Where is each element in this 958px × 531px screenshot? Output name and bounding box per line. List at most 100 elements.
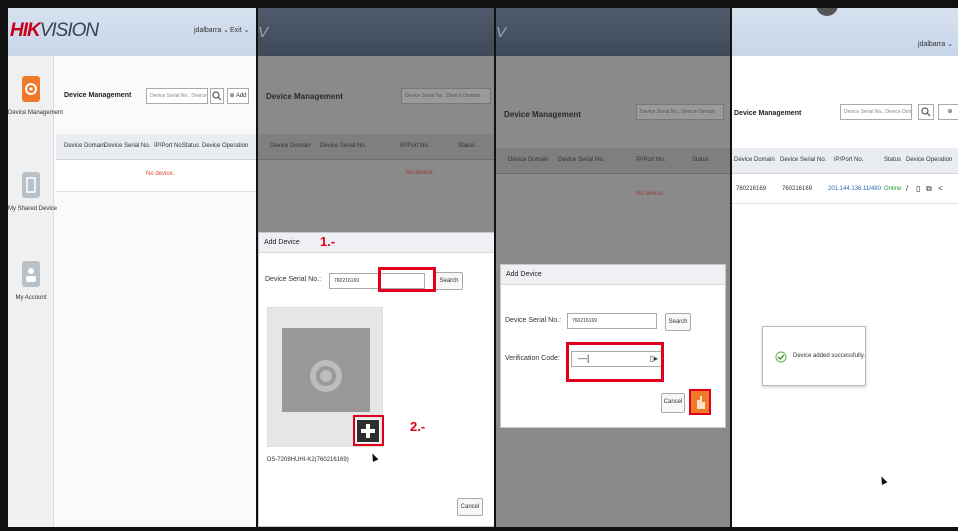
hikvision-logo: HIKVISION — [10, 20, 99, 41]
mouse-pointer-icon — [369, 452, 379, 462]
step-2-highlight — [353, 415, 384, 446]
dialog-title: Add Device — [259, 233, 494, 253]
table-header: Device Domain Device Serial No. IP/Port … — [732, 148, 958, 174]
sidebar-item-device-management[interactable]: Device Management — [8, 76, 64, 116]
table-header: Device Domain Device Serial No. IP/Port … — [56, 134, 256, 160]
no-device-message: No device. — [146, 171, 175, 177]
search-input[interactable]: Device Serial No., Device Domain — [401, 88, 491, 104]
plus-icon: ⊕ — [947, 109, 953, 115]
success-check-icon — [775, 351, 787, 363]
step-2-search-device-screen: V Device Management Device Serial No., D… — [258, 8, 494, 527]
column-header: Status — [182, 143, 200, 149]
search-button[interactable] — [210, 88, 224, 104]
hand-pointer-icon — [697, 396, 705, 409]
webcam-overlay-icon — [816, 8, 838, 16]
serial-number-label: Device Serial No.: — [505, 317, 562, 324]
column-header: Device Serial No. — [320, 143, 367, 149]
no-device-message: No device. — [636, 191, 665, 197]
main-content — [732, 56, 958, 527]
success-message: Device added successfully. — [793, 353, 865, 359]
step-2-annotation: 2.- — [410, 419, 426, 434]
edit-icon[interactable]: / — [906, 184, 908, 193]
copy-icon[interactable]: ⧉ — [926, 184, 932, 194]
serial-number-field[interactable]: 760216169 — [567, 313, 657, 329]
column-header: IP/Port No. — [834, 157, 864, 163]
add-device-dialog: Add Device Device Serial No.: 760216169 … — [258, 232, 494, 527]
sidebar: Device Management My Shared Device My Ac… — [8, 56, 64, 527]
sidebar-item-label: Device Management — [8, 110, 64, 116]
search-button[interactable]: Search — [435, 272, 463, 290]
status-badge: Online — [884, 186, 902, 192]
shared-device-icon — [22, 172, 40, 198]
column-header: Device Domain — [508, 157, 549, 163]
sidebar-item-my-account[interactable]: My Account — [8, 261, 54, 301]
device-thumbnail — [282, 328, 370, 412]
cancel-button[interactable]: Cancel — [457, 498, 483, 516]
add-button[interactable]: ⊕ — [938, 104, 958, 120]
search-icon — [921, 107, 931, 117]
column-header: IP/Port No. — [636, 157, 666, 163]
search-button[interactable]: Search — [665, 313, 691, 331]
search-input[interactable]: Device Serial No., Device Domain — [840, 104, 912, 120]
step-1-highlight — [378, 267, 436, 292]
column-header: Device Serial No. — [558, 157, 605, 163]
table-header: Device Domain Device Serial No. IP/Port … — [496, 148, 730, 174]
add-button[interactable]: ⊕ Add — [227, 88, 249, 104]
dialog-title: Add Device — [501, 265, 725, 285]
device-domain-cell: 760216169 — [736, 186, 767, 192]
exit-menu[interactable]: Exit ⌄ — [230, 26, 249, 34]
serial-number-label: Device Serial No.: — [265, 276, 322, 283]
share-icon[interactable]: < — [938, 184, 943, 193]
header-bar: V — [258, 8, 494, 56]
table-header: Device Domain Device Serial No. IP/Port … — [258, 134, 494, 160]
verification-highlight — [566, 342, 664, 382]
ip-port-link[interactable]: 201.144.136.11/480 — [828, 186, 881, 192]
add-label: Add — [235, 93, 247, 99]
device-management-icon — [22, 76, 40, 102]
column-header: Device Domain — [734, 157, 775, 163]
column-header: Device Operation — [906, 157, 953, 163]
step-1-annotation: 1.- — [320, 234, 336, 249]
column-header: Device Domain — [64, 143, 105, 149]
step-3-verification-screen: V Device Management Device Serial No., D… — [496, 8, 730, 527]
page-title: Device Management — [64, 92, 132, 99]
search-input[interactable]: Device Serial No., Device Domain — [636, 104, 724, 120]
verification-code-label: Verification Code: — [505, 355, 560, 362]
serial-number-cell: 760216169 — [782, 186, 813, 192]
column-header: Status — [692, 157, 710, 163]
user-menu[interactable]: jdalbarra ⌄ — [918, 40, 953, 48]
page-title: Device Management — [266, 92, 343, 101]
search-button[interactable] — [918, 104, 934, 120]
camera-placeholder-icon — [310, 360, 342, 392]
sidebar-item-shared-device[interactable]: My Shared Device — [8, 172, 58, 212]
column-header: Device Domain — [270, 143, 311, 149]
account-icon — [22, 261, 40, 287]
column-header: Status — [458, 143, 476, 149]
column-header: IP/Port No. — [154, 143, 184, 149]
step-1-device-management-screen: HIKVISION jdalbarra ⌄ Exit ⌄ Device Mana… — [8, 8, 256, 527]
search-input[interactable]: Device Serial No., Device Domain — [146, 88, 208, 104]
no-device-message: No device. — [406, 170, 435, 176]
delete-icon[interactable]: ▯ — [916, 184, 920, 193]
column-header: Device Serial No. — [780, 157, 827, 163]
user-menu[interactable]: jdalbarra ⌄ — [194, 26, 229, 34]
sidebar-item-label: My Shared Device — [8, 206, 58, 212]
header-bar: HIKVISION jdalbarra ⌄ Exit ⌄ — [8, 8, 256, 56]
search-icon — [212, 91, 222, 101]
column-header: Device Serial No. — [104, 143, 151, 149]
ok-confirm-button[interactable] — [689, 389, 711, 415]
logo-fragment-icon: V — [258, 24, 269, 41]
table-row[interactable]: 760216169 760216169 201.144.136.11/480 O… — [732, 174, 958, 204]
column-header: IP/Port No. — [400, 143, 430, 149]
sidebar-item-label: My Account — [15, 295, 47, 301]
header-bar: jdalbarra ⌄ — [732, 8, 958, 56]
column-header: Device Operation — [202, 143, 249, 149]
page-title: Device Management — [734, 110, 802, 117]
device-model-name: DS-7208HUHI-K2(760216169) — [267, 457, 349, 463]
page-title: Device Management — [504, 110, 581, 119]
cancel-button[interactable]: Cancel — [661, 393, 685, 413]
success-toast: Device added successfully. — [762, 326, 866, 386]
logo-fragment-icon: V — [496, 24, 507, 41]
column-header: Status — [884, 157, 902, 163]
step-4-device-added-screen: jdalbarra ⌄ Device Management Device Ser… — [732, 8, 958, 527]
